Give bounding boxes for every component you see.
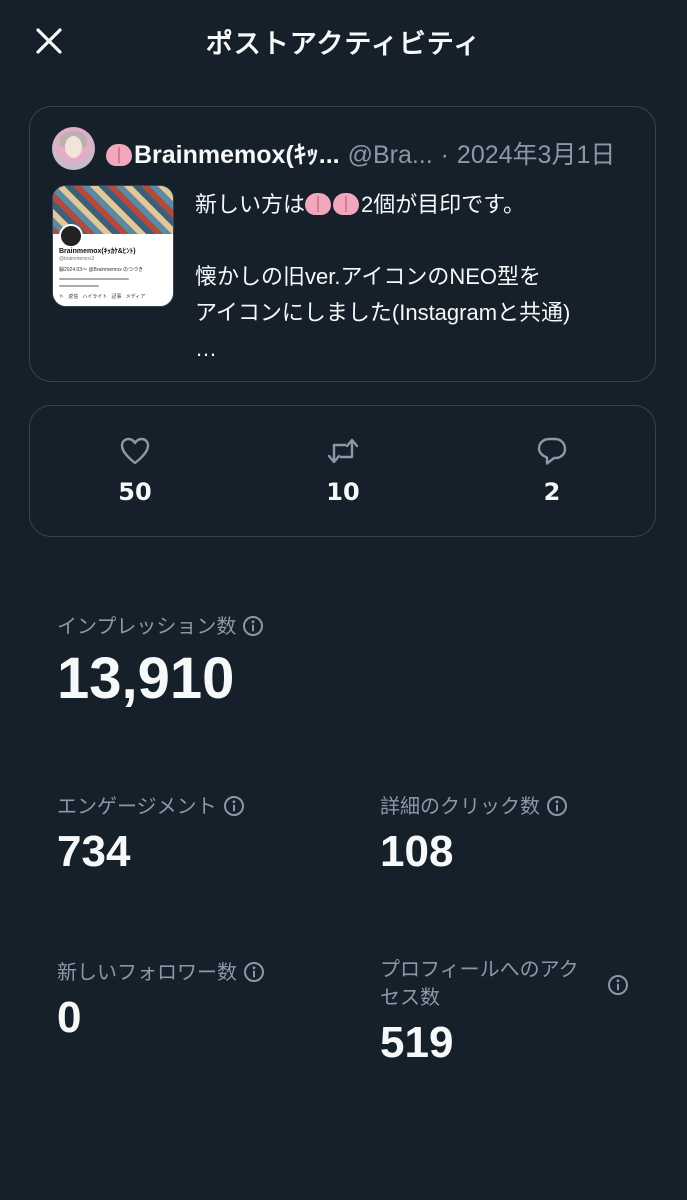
impressions-metric: インプレッション数 13,910 [57, 610, 264, 712]
post-image-thumbnail[interactable]: Brainmemox(ｷｯｶｹ&ﾋﾝﾄ) @brainmemox2 脳2024.… [52, 185, 174, 307]
avatar[interactable] [52, 127, 95, 170]
info-icon[interactable] [607, 974, 629, 996]
thumbnail-tab: ハイライト [82, 294, 108, 300]
post-author-row: Brainmemox(ｷｯ... @Bra... · 2024年3月1日 [106, 135, 615, 171]
reply-count: 2 [543, 478, 561, 506]
author-name: Brainmemox(ｷｯ... [134, 141, 340, 169]
engagements-metric: エンゲージメント 734 [57, 790, 245, 877]
thumbnail-tab: メディア [125, 294, 146, 300]
thumbnail-handle: @brainmemox2 [59, 256, 95, 262]
brain-emoji-icon [333, 193, 360, 215]
heart-icon [120, 437, 150, 465]
post-text-line: 懐かしの旧ver.アイコンのNEO型を [195, 264, 542, 289]
repost-icon [327, 438, 359, 464]
post-text: 新しい方は 2個が目印です。 懐かしの旧ver.アイコンのNEO型を アイコンにし… [195, 187, 645, 367]
detail-clicks-label: 詳細のクリック数 [380, 796, 540, 818]
reply-stat[interactable]: 2 [512, 436, 592, 506]
thumbnail-tab: ト [59, 294, 65, 300]
brain-emoji-icon [305, 193, 332, 215]
brain-emoji-icon [106, 144, 132, 166]
info-icon[interactable] [546, 795, 568, 817]
repost-stat[interactable]: 10 [303, 436, 383, 506]
post-text-line: 2個が目印です。 [361, 192, 526, 217]
thumbnail-tabs: ト 返信 ハイライト 記事 メディア [59, 293, 145, 300]
engagements-label: エンゲージメント [57, 796, 217, 818]
profile-visits-value: 519 [380, 1018, 454, 1067]
post-date: 2024年3月1日 [456, 141, 616, 169]
info-icon[interactable] [223, 795, 245, 817]
post-card[interactable]: Brainmemox(ｷｯ... @Bra... · 2024年3月1日 Bra… [29, 106, 656, 382]
engagements-value: 734 [57, 827, 131, 876]
post-text-line: アイコンにしました(Instagramと共通) [195, 300, 571, 325]
thumbnail-tab: 記事 [111, 294, 122, 300]
info-icon[interactable] [242, 615, 264, 637]
new-followers-value: 0 [57, 993, 82, 1042]
top-bar: ポストアクティビティ [0, 0, 687, 80]
reply-icon [537, 437, 567, 465]
repost-count: 10 [326, 478, 360, 506]
thumbnail-bio: 脳2024.03〜 @Brainmemox のつづき [59, 267, 143, 273]
detail-clicks-metric: 詳細のクリック数 108 [380, 790, 568, 877]
new-followers-label: 新しいフォロワー数 [57, 962, 237, 984]
separator-dot: · [440, 141, 449, 169]
post-text-line: 新しい方は [195, 192, 306, 217]
post-text-more: … [195, 336, 217, 361]
page-title: ポストアクティビティ [205, 29, 482, 60]
engagement-card: 50 10 2 [29, 405, 656, 537]
new-followers-metric: 新しいフォロワー数 0 [57, 956, 265, 1043]
impressions-label: インプレッション数 [57, 616, 237, 638]
thumbnail-profile-pic [59, 224, 83, 248]
impressions-value: 13,910 [57, 646, 235, 711]
thumbnail-tab: 返信 [68, 294, 79, 300]
profile-visits-metric: プロフィールへのアク セス数 519 [380, 956, 650, 1068]
like-count: 50 [118, 478, 152, 506]
like-stat[interactable]: 50 [95, 436, 175, 506]
thumbnail-name: Brainmemox(ｷｯｶｹ&ﾋﾝﾄ) [59, 248, 136, 255]
detail-clicks-value: 108 [380, 827, 454, 876]
author-handle: @Bra... [347, 141, 433, 169]
info-icon[interactable] [243, 961, 265, 983]
